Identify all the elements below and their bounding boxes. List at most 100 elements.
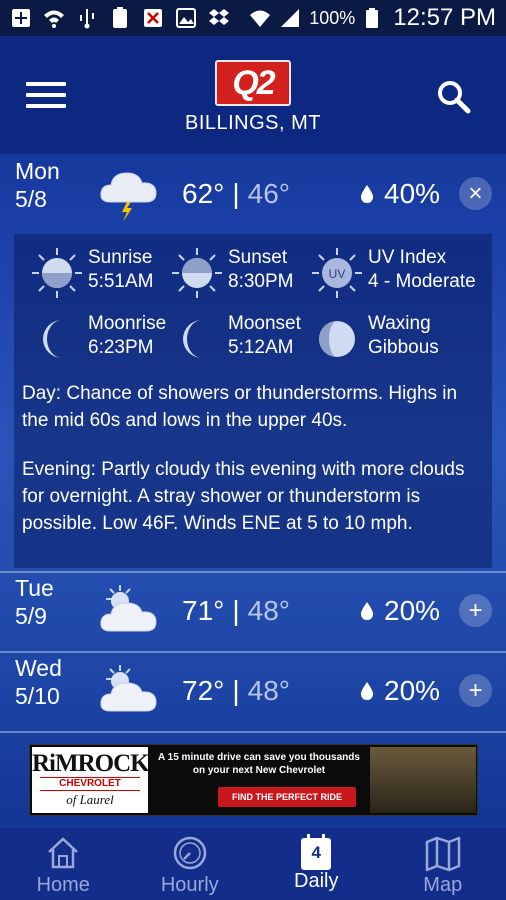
expand-button[interactable]: + bbox=[459, 594, 492, 627]
cell-signal-icon bbox=[281, 9, 300, 27]
day-of-week: Mon bbox=[15, 158, 60, 184]
precip-value: 40% bbox=[384, 178, 441, 209]
sunset-text: Sunset 8:30PM bbox=[228, 246, 293, 294]
waxing-gibbous-icon bbox=[319, 321, 355, 357]
day-date: 5/10 bbox=[15, 683, 60, 709]
ad-truck-image bbox=[370, 747, 476, 813]
wifi-icon bbox=[44, 10, 64, 28]
high-temp: 71° bbox=[182, 595, 225, 626]
moonrise-icon bbox=[43, 320, 62, 358]
precip-value: 20% bbox=[384, 675, 441, 706]
day-row-tue[interactable]: Tue 5/9 71° | 48° 20% + bbox=[0, 573, 506, 651]
hamburger-menu-icon[interactable] bbox=[26, 82, 66, 112]
raindrop-icon bbox=[360, 602, 374, 620]
moonrise-time: 6:23PM bbox=[88, 337, 154, 358]
ad-area: RiMROCK CHEVROLET of Laurel A 15 minute … bbox=[0, 728, 506, 828]
uv-index-icon: UV bbox=[312, 248, 362, 298]
dropbox-icon bbox=[209, 9, 229, 25]
uv-index-info: UV UV Index 4 - Moderate bbox=[310, 246, 476, 300]
temp-separator: | bbox=[232, 178, 240, 209]
low-temp: 48° bbox=[247, 595, 290, 626]
nav-daily-label: Daily bbox=[294, 870, 339, 892]
precip-chance: 40% bbox=[360, 178, 440, 210]
day-row-wed[interactable]: Wed 5/10 72° | 48° 20% + bbox=[0, 653, 506, 731]
moonset-label: Moonset bbox=[228, 313, 301, 334]
app-header: Q2 BILLINGS, MT bbox=[0, 36, 506, 154]
search-icon[interactable] bbox=[434, 78, 474, 118]
high-temp: 72° bbox=[182, 675, 225, 706]
precip-chance: 20% bbox=[360, 595, 440, 627]
calendar-icon: 4 bbox=[301, 834, 332, 870]
battery-percent: 100% bbox=[309, 7, 356, 28]
day-detail-panel: Sunrise 5:51AM Sunset 8:30PM UV UV Index… bbox=[14, 234, 492, 568]
temp-separator: | bbox=[232, 675, 240, 706]
expand-button[interactable]: + bbox=[459, 674, 492, 707]
moonset-time: 5:12AM bbox=[228, 337, 294, 358]
thunderstorm-icon bbox=[100, 172, 157, 222]
blocked-icon bbox=[144, 9, 162, 27]
temperature-range: 71° | 48° bbox=[182, 595, 290, 627]
status-bar: 100% 12:57 PM bbox=[0, 0, 506, 36]
location-label: BILLINGS, MT bbox=[184, 112, 322, 134]
sunrise-label: Sunrise bbox=[88, 247, 153, 268]
uv-label: UV Index bbox=[368, 247, 447, 268]
day-of-week: Tue bbox=[15, 575, 54, 601]
moonrise-info: Moonrise 6:23PM bbox=[30, 312, 166, 366]
sunrise-time: 5:51AM bbox=[88, 271, 154, 292]
sunrise-icon bbox=[32, 248, 82, 298]
low-temp: 48° bbox=[247, 675, 290, 706]
partly-cloudy-icon bbox=[100, 585, 157, 632]
nav-home-label: Home bbox=[36, 874, 90, 896]
nav-home[interactable]: Home bbox=[0, 828, 127, 900]
day-row-mon[interactable]: Mon 5/8 62° | 46° 40% × bbox=[0, 156, 506, 234]
ad-copy: A 15 minute drive can save you thousands… bbox=[158, 752, 360, 776]
moon-phase-info: Waxing Gibbous bbox=[310, 312, 439, 366]
nav-hourly[interactable]: Hourly bbox=[127, 828, 254, 900]
collapse-button[interactable]: × bbox=[459, 177, 492, 210]
moon-phase-line1: Waxing bbox=[368, 313, 431, 334]
bottom-nav: Home Hourly 4 Daily Map bbox=[0, 828, 506, 900]
ad-cta-button[interactable]: FIND THE PERFECT RIDE bbox=[218, 787, 356, 807]
evening-forecast-text: Evening: Partly cloudy this evening with… bbox=[22, 459, 465, 534]
nav-map[interactable]: Map bbox=[380, 828, 506, 900]
uv-badge: UV bbox=[329, 267, 346, 281]
nav-map-label: Map bbox=[423, 874, 463, 896]
precip-chance: 20% bbox=[360, 675, 440, 707]
usb-icon bbox=[80, 9, 94, 29]
moonset-text: Moonset 5:12AM bbox=[228, 312, 301, 360]
moon-phase-line2: Gibbous bbox=[368, 337, 439, 358]
temperature-range: 62° | 46° bbox=[182, 178, 290, 210]
battery-100-icon bbox=[113, 7, 127, 28]
ad-brand-line1: RiMROCK bbox=[32, 750, 150, 777]
day-date: 5/9 bbox=[15, 603, 47, 629]
sunset-time: 8:30PM bbox=[228, 271, 294, 292]
moonset-info: Moonset 5:12AM bbox=[170, 312, 301, 366]
day-of-week: Wed bbox=[15, 655, 62, 681]
map-icon bbox=[425, 836, 460, 872]
raindrop-icon bbox=[360, 682, 374, 700]
nav-daily[interactable]: 4 Daily bbox=[253, 828, 380, 900]
moonset-icon bbox=[183, 320, 202, 358]
clock-icon bbox=[173, 836, 206, 870]
sunrise-info: Sunrise 5:51AM bbox=[30, 246, 153, 300]
uv-text: UV Index 4 - Moderate bbox=[368, 246, 476, 294]
sunset-icon bbox=[172, 248, 222, 298]
station-logo: Q2 bbox=[215, 60, 291, 106]
wifi-signal-icon bbox=[250, 10, 271, 27]
logo-text: Q2 bbox=[232, 63, 275, 102]
clock: 12:57 PM bbox=[393, 4, 496, 31]
home-icon bbox=[48, 837, 79, 869]
low-temp: 46° bbox=[247, 178, 290, 209]
moonrise-label: Moonrise bbox=[88, 313, 167, 334]
nav-hourly-label: Hourly bbox=[160, 874, 219, 896]
day-forecast-text: Day: Chance of showers or thunderstorms.… bbox=[22, 383, 458, 431]
ad-banner[interactable]: RiMROCK CHEVROLET of Laurel A 15 minute … bbox=[29, 744, 478, 816]
sunset-info: Sunset 8:30PM bbox=[170, 246, 293, 300]
add-box-icon bbox=[12, 9, 30, 27]
moon-phase-text: Waxing Gibbous bbox=[368, 312, 439, 360]
temperature-range: 72° | 48° bbox=[182, 675, 290, 707]
ad-brand-line2: CHEVROLET bbox=[40, 777, 140, 791]
moonrise-text: Moonrise 6:23PM bbox=[88, 312, 166, 360]
partly-cloudy-icon bbox=[100, 665, 157, 712]
temp-separator: | bbox=[232, 595, 240, 626]
